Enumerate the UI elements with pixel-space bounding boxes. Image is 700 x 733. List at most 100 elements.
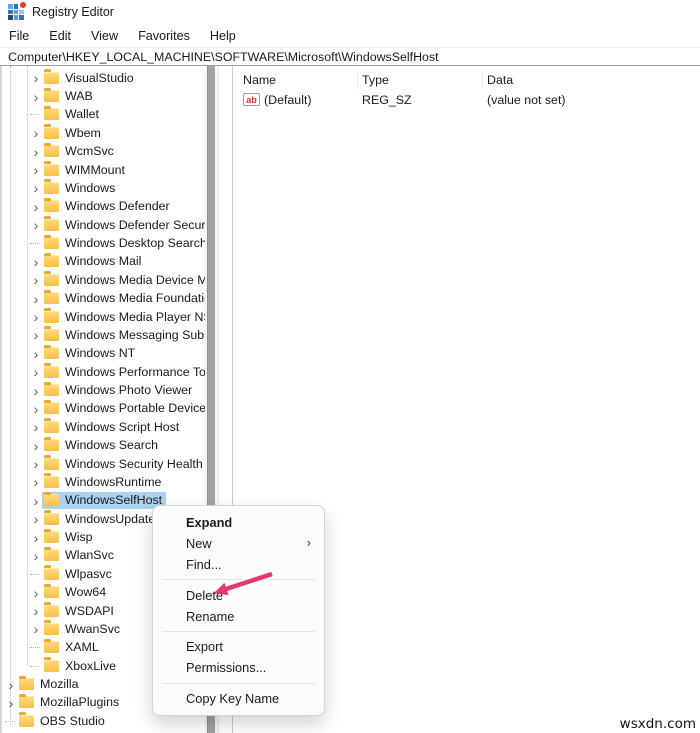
tree-item[interactable]: Windows Mail [2,252,205,271]
chevron-right-icon[interactable] [30,256,42,268]
tree-item-body[interactable]: Windows Photo Viewer [42,381,196,399]
tree-item[interactable]: Windows Media Device Ma [2,271,205,289]
tree-item[interactable]: WIMMount [2,161,205,179]
column-header-data[interactable]: Data [483,69,700,90]
tree-item-body[interactable]: OBS Studio [17,712,109,730]
chevron-right-icon[interactable] [30,127,42,139]
tree-item[interactable]: Windows [2,179,205,197]
chevron-right-icon[interactable] [30,182,42,194]
tree-item-body[interactable]: Windows Media Player NS [42,308,205,326]
tree-item-body[interactable]: XAML [42,638,103,656]
tree-item-body[interactable]: WSDAPI [42,602,118,620]
tree-item-body[interactable]: Windows NT [42,344,139,362]
tree-item-body[interactable]: Mozilla [17,675,83,693]
tree-item-body[interactable]: WindowsUpdate [42,510,159,528]
tree-item-body[interactable]: Windows Messaging Subsy [42,326,205,344]
tree-item-body[interactable]: Windows Search [42,436,162,454]
chevron-right-icon[interactable] [30,513,42,525]
tree-item[interactable]: WcmSvc [2,142,205,161]
chevron-right-icon[interactable] [30,243,40,245]
address-bar-input[interactable]: Computer\HKEY_LOCAL_MACHINE\SOFTWARE\Mic… [0,47,700,66]
tree-item[interactable]: Windows Photo Viewer [2,381,205,399]
chevron-right-icon[interactable] [30,91,42,103]
tree-item[interactable]: Windows Defender [2,197,205,216]
chevron-right-icon[interactable] [30,605,42,617]
tree-item[interactable]: Windows Media Foundatio [2,289,205,308]
tree-item-body[interactable]: Windows Defender [42,197,174,215]
tree-item-body[interactable]: Windows Portable Devices [42,399,205,417]
tree-item[interactable]: Windows Portable Devices [2,399,205,418]
context-menu-item[interactable]: Rename [153,606,324,627]
menubar-item[interactable]: Edit [42,27,78,45]
tree-item[interactable]: Windows Messaging Subsy [2,326,205,344]
value-row[interactable]: (Default) REG_SZ (value not set) [239,90,700,109]
tree-item[interactable]: Wallet [2,105,205,124]
column-header-type[interactable]: Type [358,69,483,90]
chevron-right-icon[interactable] [30,532,42,544]
tree-item-body[interactable]: Windows Defender Securit [42,216,205,234]
tree-item-body[interactable]: WlanSvc [42,546,118,564]
tree-item-body[interactable]: VisualStudio [42,69,138,87]
context-menu-item[interactable]: Expand [153,512,324,533]
chevron-right-icon[interactable] [30,440,42,452]
chevron-right-icon[interactable] [30,550,42,562]
menubar-item[interactable]: View [84,27,125,45]
chevron-right-icon[interactable] [5,720,15,722]
chevron-right-icon[interactable] [30,587,42,599]
context-menu-item[interactable] [162,682,315,684]
tree-item-body[interactable]: WindowsRuntime [42,473,165,491]
column-header-name[interactable]: Name [239,69,358,90]
chevron-right-icon[interactable] [30,403,42,415]
tree-item-body[interactable]: WindowsSelfHost [42,491,167,510]
tree-item-body[interactable]: Windows Performance Too [42,363,205,381]
chevron-right-icon[interactable] [30,573,40,575]
tree-item-body[interactable]: Wallet [42,105,103,123]
chevron-right-icon[interactable] [30,665,40,667]
chevron-right-icon[interactable] [30,458,42,470]
chevron-right-icon[interactable] [30,647,40,649]
chevron-right-icon[interactable] [30,72,42,84]
tree-item-body[interactable]: WcmSvc [42,142,118,160]
tree-item-body[interactable]: XboxLive [42,657,120,675]
tree-item-body[interactable]: Windows Security Health [42,455,205,473]
tree-item-body[interactable]: WAB [42,87,97,105]
chevron-right-icon[interactable] [30,293,42,305]
tree-item-body[interactable]: MozillaPlugins [17,693,123,711]
tree-item-body[interactable]: Windows Media Foundatio [42,289,205,307]
tree-item-body[interactable]: Windows Media Device Ma [42,271,205,289]
chevron-right-icon[interactable] [30,164,42,176]
chevron-right-icon[interactable] [30,274,42,286]
chevron-right-icon[interactable] [30,329,42,341]
menubar-item[interactable]: Favorites [131,27,197,45]
tree-item-body[interactable]: Windows [42,179,119,197]
tree-item[interactable]: WAB [2,87,205,105]
tree-item[interactable]: Windows Script Host [2,418,205,436]
tree-item-body[interactable]: WIMMount [42,161,129,179]
chevron-right-icon[interactable] [30,385,42,397]
tree-item[interactable]: Windows Security Health [2,455,205,473]
context-menu-item[interactable] [162,630,315,632]
tree-item[interactable]: WindowsRuntime [2,473,205,491]
chevron-right-icon[interactable] [30,623,42,635]
tree-item[interactable]: Wbem [2,124,205,142]
context-menu-item[interactable]: Copy Key Name [153,688,324,709]
tree-item[interactable]: Windows Defender Securit [2,216,205,234]
tree-item[interactable]: Windows Media Player NS [2,308,205,326]
chevron-right-icon[interactable] [30,476,42,488]
menubar-item[interactable]: File [2,27,36,45]
context-menu-item[interactable]: New [153,533,324,554]
chevron-right-icon[interactable] [30,146,42,158]
tree-item[interactable]: Windows NT [2,344,205,363]
tree-item-body[interactable]: Windows Script Host [42,418,183,436]
tree-item-body[interactable]: Wisp [42,528,97,546]
chevron-right-icon[interactable] [30,114,40,116]
chevron-right-icon[interactable] [30,201,42,213]
context-menu-item[interactable]: Export [153,636,324,657]
tree-item-body[interactable]: Wlpasvc [42,565,116,583]
tree-item[interactable]: Windows Desktop Search [2,234,205,252]
tree-item-body[interactable]: Wow64 [42,583,110,601]
tree-item-body[interactable]: Wbem [42,124,105,142]
chevron-right-icon[interactable] [5,679,17,691]
tree-item[interactable]: Windows Performance Too [2,363,205,381]
tree-item-body[interactable]: WwanSvc [42,620,124,638]
